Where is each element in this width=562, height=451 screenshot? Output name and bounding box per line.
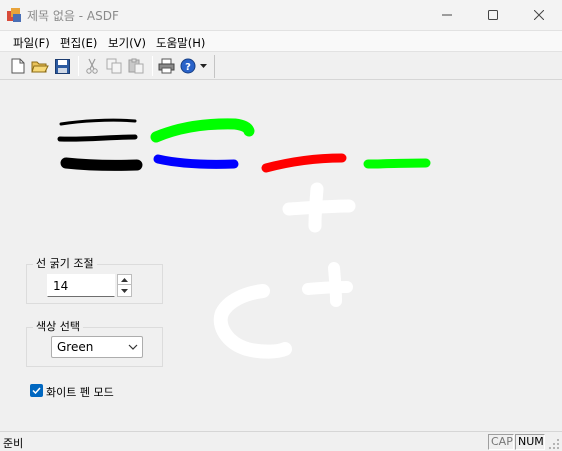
help-button[interactable]: ? bbox=[178, 57, 198, 75]
black-stroke-bottom bbox=[60, 157, 143, 171]
red-stroke bbox=[261, 153, 347, 173]
svg-text:?: ? bbox=[185, 62, 191, 73]
color-select-label: 색상 선택 bbox=[33, 321, 83, 333]
chevron-down-icon bbox=[128, 344, 138, 350]
app-icon[interactable] bbox=[6, 7, 22, 23]
maximize-button[interactable] bbox=[470, 0, 516, 30]
title-bar: 제목 없음 - ASDF bbox=[0, 0, 562, 30]
open-button[interactable] bbox=[30, 57, 50, 75]
toolbar-edge bbox=[214, 55, 215, 78]
black-stroke-middle bbox=[57, 134, 138, 142]
white-pen-label: 화이트 펜 모드 bbox=[46, 386, 114, 399]
spin-down-button[interactable] bbox=[118, 286, 131, 296]
open-folder-icon bbox=[31, 61, 49, 72]
minimize-button[interactable] bbox=[424, 0, 470, 30]
spin-down-icon bbox=[121, 289, 128, 293]
maximize-icon bbox=[488, 10, 498, 20]
minimize-icon bbox=[442, 14, 452, 16]
paste-icon bbox=[128, 58, 144, 74]
status-text: 준비 bbox=[3, 437, 24, 450]
line-thickness-label: 선 굵기 조절 bbox=[33, 258, 97, 270]
spin-up-icon bbox=[121, 277, 128, 282]
menu-view[interactable]: 보기(V) bbox=[108, 35, 146, 51]
blue-stroke bbox=[153, 154, 239, 169]
print-button[interactable] bbox=[156, 57, 176, 75]
toolbar-separator bbox=[78, 56, 79, 76]
resize-grip-icon[interactable] bbox=[548, 438, 560, 450]
menu-edit[interactable]: 편집(E) bbox=[60, 35, 97, 51]
num-lock-indicator: NUM bbox=[515, 434, 545, 450]
checkmark-icon bbox=[32, 387, 41, 394]
save-button[interactable] bbox=[52, 57, 72, 75]
drawing-strokes bbox=[57, 118, 431, 359]
save-icon bbox=[54, 58, 70, 74]
white-c bbox=[213, 284, 292, 359]
green-stroke-small bbox=[363, 158, 431, 169]
white-pen-checkbox[interactable] bbox=[30, 384, 43, 397]
spin-up-button[interactable] bbox=[118, 275, 131, 285]
window-title: 제목 없음 - ASDF bbox=[27, 9, 119, 23]
copy-button[interactable] bbox=[104, 57, 124, 75]
cap-lock-indicator: CAP bbox=[488, 434, 514, 450]
thickness-input[interactable] bbox=[47, 274, 115, 297]
status-bar: 준비 CAP NUM bbox=[0, 431, 562, 451]
white-plus-vertical bbox=[308, 182, 324, 233]
cut-icon bbox=[86, 58, 98, 74]
toolbar: ? bbox=[0, 53, 562, 80]
white-small-plus-vertical bbox=[328, 262, 342, 307]
toolbar-dropdown[interactable] bbox=[196, 57, 210, 75]
new-document-icon bbox=[11, 58, 25, 74]
print-icon bbox=[158, 58, 174, 74]
color-dropdown-value: Green bbox=[57, 340, 94, 354]
close-button[interactable] bbox=[516, 0, 562, 30]
paste-button[interactable] bbox=[126, 57, 146, 75]
dropdown-arrow-icon bbox=[199, 64, 207, 68]
close-icon bbox=[534, 10, 544, 20]
black-stroke-top bbox=[59, 118, 137, 126]
copy-icon bbox=[106, 58, 122, 74]
color-dropdown[interactable]: Green bbox=[51, 336, 143, 358]
help-icon: ? bbox=[180, 58, 196, 74]
menu-help[interactable]: 도움말(H) bbox=[156, 35, 205, 51]
green-stroke-large bbox=[150, 118, 255, 143]
toolbar-separator bbox=[152, 56, 153, 76]
new-button[interactable] bbox=[8, 57, 28, 75]
menu-bar: 파일(F) 편집(E) 보기(V) 도움말(H) bbox=[0, 30, 562, 52]
cut-button[interactable] bbox=[82, 57, 102, 75]
drawing-canvas[interactable]: 선 굵기 조절 색상 선택 Green 화이트 펜 모드 bbox=[0, 81, 562, 431]
menu-file[interactable]: 파일(F) bbox=[13, 35, 50, 51]
thickness-spinner[interactable] bbox=[117, 274, 132, 297]
